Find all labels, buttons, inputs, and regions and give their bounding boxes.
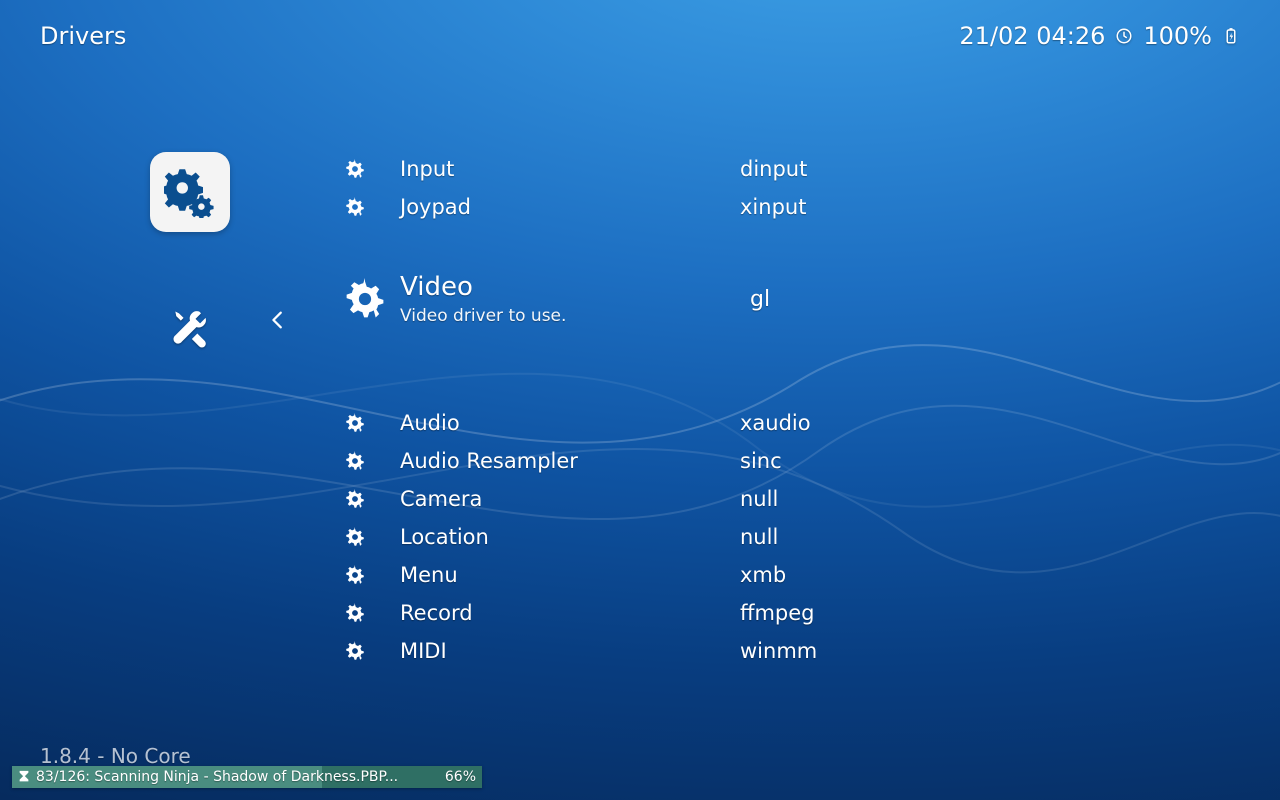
back-chevron-icon[interactable] — [260, 302, 296, 338]
driver-label: Location — [400, 525, 740, 549]
gear-icon — [345, 413, 365, 433]
driver-value: xinput — [740, 195, 1220, 219]
driver-row-record[interactable]: Record ffmpeg — [340, 594, 1220, 632]
driver-value: xaudio — [740, 411, 1220, 435]
battery-icon — [1222, 27, 1240, 45]
gear-icon — [345, 159, 365, 179]
driver-label: Video — [400, 272, 750, 302]
driver-label: Audio Resampler — [400, 449, 740, 473]
driver-row-input[interactable]: Input dinput — [340, 150, 1220, 188]
driver-value: gl — [750, 287, 1220, 312]
driver-label: Audio — [400, 411, 740, 435]
clock-icon — [1115, 27, 1133, 45]
driver-label: Record — [400, 601, 740, 625]
driver-value: ffmpeg — [740, 601, 1220, 625]
tools-icon-container[interactable] — [162, 300, 218, 356]
driver-label: Menu — [400, 563, 740, 587]
gear-icon — [345, 641, 365, 661]
driver-label: Camera — [400, 487, 740, 511]
driver-hint: Video driver to use. — [400, 306, 750, 326]
version-label: 1.8.4 - No Core — [40, 744, 191, 768]
gear-icon — [345, 603, 365, 623]
driver-value: null — [740, 487, 1220, 511]
driver-label: Joypad — [400, 195, 740, 219]
driver-row-joypad[interactable]: Joypad xinput — [340, 188, 1220, 226]
driver-label: Input — [400, 157, 740, 181]
battery-label: 100% — [1143, 22, 1212, 50]
datetime-label: 21/02 04:26 — [959, 22, 1105, 50]
tools-icon — [168, 306, 212, 350]
driver-row-audio-resampler[interactable]: Audio Resampler sinc — [340, 442, 1220, 480]
driver-row-video-selected[interactable]: Video Video driver to use. gl — [330, 254, 1220, 344]
gear-icon — [344, 278, 386, 320]
driver-value: sinc — [740, 449, 1220, 473]
driver-value: winmm — [740, 639, 1220, 663]
chevron-left-icon — [267, 309, 289, 331]
gear-icon — [345, 451, 365, 471]
scan-progress-text: 83/126: Scanning Ninja - Shadow of Darkn… — [36, 769, 431, 785]
driver-value: null — [740, 525, 1220, 549]
driver-value: xmb — [740, 563, 1220, 587]
driver-row-audio[interactable]: Audio xaudio — [340, 404, 1220, 442]
driver-row-camera[interactable]: Camera null — [340, 480, 1220, 518]
hourglass-icon — [18, 770, 30, 784]
page-title: Drivers — [40, 22, 126, 50]
gear-icon — [345, 197, 365, 217]
status-bar: 21/02 04:26 100% — [959, 22, 1240, 50]
driver-row-menu[interactable]: Menu xmb — [340, 556, 1220, 594]
driver-value: dinput — [740, 157, 1220, 181]
scan-progress: 83/126: Scanning Ninja - Shadow of Darkn… — [12, 766, 482, 788]
scan-progress-percent: 66% — [437, 769, 476, 785]
gear-icon — [345, 489, 365, 509]
gears-icon — [164, 166, 216, 218]
gear-icon — [345, 565, 365, 585]
driver-row-midi[interactable]: MIDI winmm — [340, 632, 1220, 670]
driver-row-location[interactable]: Location null — [340, 518, 1220, 556]
settings-tile[interactable] — [150, 152, 230, 232]
driver-list: Input dinput Joypad xinput Video Video d… — [340, 150, 1220, 670]
driver-label: MIDI — [400, 639, 740, 663]
gear-icon — [345, 527, 365, 547]
